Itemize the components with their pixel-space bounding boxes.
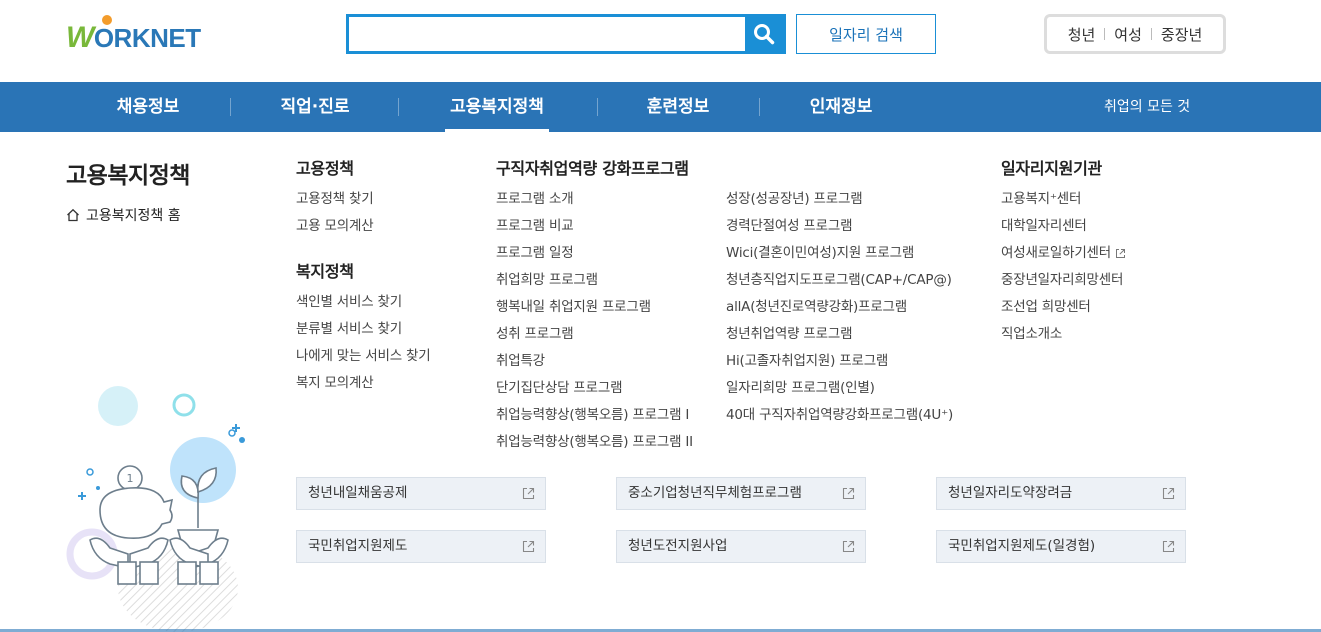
external-link-icon bbox=[522, 487, 535, 500]
nav-item-career[interactable]: 직업·진로 bbox=[272, 82, 358, 132]
menu-col-welfare: 복지정책 색인별 서비스 찾기 분류별 서비스 찾기 나에게 맞는 서비스 찾기… bbox=[296, 259, 431, 397]
quick-link-label: 청년내일채움공제 bbox=[308, 485, 408, 501]
menu-link[interactable]: 단기집단상담 프로그램 bbox=[496, 375, 693, 402]
target-women[interactable]: 여성 bbox=[1114, 24, 1142, 45]
quick-link-box[interactable]: 국민취업지원제도(일경험) bbox=[936, 530, 1186, 563]
quick-link-box[interactable]: 청년도전지원사업 bbox=[616, 530, 866, 563]
nav-divider bbox=[759, 98, 760, 116]
menu-heading-welfare: 복지정책 bbox=[296, 262, 354, 281]
menu-link[interactable]: 복지 모의계산 bbox=[296, 370, 430, 397]
search-button[interactable] bbox=[745, 17, 783, 51]
external-link-icon bbox=[842, 487, 855, 500]
quick-link-label: 청년도전지원사업 bbox=[628, 538, 728, 554]
logo-dot bbox=[102, 15, 112, 25]
nav-divider bbox=[597, 98, 598, 116]
quick-link-box[interactable]: 국민취업지원제도 bbox=[296, 530, 546, 563]
nav-item-jobs[interactable]: 채용정보 bbox=[108, 82, 188, 132]
menu-link[interactable]: 고용 모의계산 bbox=[296, 213, 374, 240]
menu-link-label: 여성새로일하기센터 bbox=[1001, 245, 1111, 261]
menu-link[interactable]: Wici(결혼이민여성)지원 프로그램 bbox=[726, 240, 953, 267]
nav-divider bbox=[398, 98, 399, 116]
quick-link-box[interactable]: 청년일자리도약장려금 bbox=[936, 477, 1186, 510]
menu-link[interactable]: 프로그램 비교 bbox=[496, 213, 693, 240]
quick-link-label: 국민취업지원제도(일경험) bbox=[948, 538, 1096, 554]
nav-all-about-jobs[interactable]: 취업의 모든 것 bbox=[1104, 82, 1190, 132]
divider bbox=[1150, 28, 1152, 40]
menu-heading-program: 구직자취업역량 강화프로그램 bbox=[496, 159, 689, 178]
piggy-bank-illustration: 1 bbox=[66, 386, 245, 632]
quick-link-label: 중소기업청년직무체험프로그램 bbox=[628, 485, 802, 501]
target-youth[interactable]: 청년 bbox=[1068, 24, 1096, 45]
job-search-button[interactable]: 일자리 검색 bbox=[796, 14, 936, 54]
menu-link[interactable]: 성취 프로그램 bbox=[496, 321, 693, 348]
search-icon bbox=[754, 24, 775, 45]
menu-link[interactable]: 직업소개소 bbox=[1001, 321, 1126, 348]
menu-col-program-right: 성장(성공장년) 프로그램 경력단절여성 프로그램 Wici(결혼이민여성)지원… bbox=[726, 186, 953, 429]
menu-link-external[interactable]: 여성새로일하기센터 bbox=[1001, 240, 1126, 267]
menu-link[interactable]: 행복내일 취업지원 프로그램 bbox=[496, 294, 693, 321]
header: W ORKNET 일자리 검색 청년 여성 중장년 bbox=[0, 0, 1321, 82]
quick-link-label: 청년일자리도약장려금 bbox=[948, 485, 1073, 501]
section-home-link[interactable]: 고용복지정책 홈 bbox=[66, 205, 181, 225]
divider bbox=[1104, 28, 1106, 40]
menu-link[interactable]: 일자리희망 프로그램(인별) bbox=[726, 375, 953, 402]
logo-text: ORKNET bbox=[93, 22, 201, 53]
menu-link[interactable]: 성장(성공장년) 프로그램 bbox=[726, 186, 953, 213]
menu-link[interactable]: 고용복지⁺센터 bbox=[1001, 186, 1126, 213]
quick-link-box[interactable]: 중소기업청년직무체험프로그램 bbox=[616, 477, 866, 510]
menu-link[interactable]: 조선업 희망센터 bbox=[1001, 294, 1126, 321]
menu-link[interactable]: 대학일자리센터 bbox=[1001, 213, 1126, 240]
main-nav: 채용정보 직업·진로 고용복지정책 훈련정보 인재정보 취업의 모든 것 bbox=[0, 82, 1321, 132]
logo-w: W bbox=[66, 21, 94, 54]
menu-link[interactable]: 취업특강 bbox=[496, 348, 693, 375]
menu-heading-agency: 일자리지원기관 bbox=[1001, 159, 1102, 178]
section-home-label: 고용복지정책 홈 bbox=[86, 208, 181, 224]
section-title: 고용복지정책 bbox=[66, 163, 190, 189]
target-group-selector: 청년 여성 중장년 bbox=[1044, 14, 1226, 54]
home-icon bbox=[67, 208, 79, 222]
quick-link-label: 국민취업지원제도 bbox=[308, 538, 408, 554]
menu-link[interactable]: 취업능력향상(행복오름) 프로그램 II bbox=[496, 429, 693, 456]
target-middle-aged[interactable]: 중장년 bbox=[1161, 24, 1202, 45]
menu-link[interactable]: 프로그램 소개 bbox=[496, 186, 693, 213]
menu-link[interactable]: 40대 구직자취업역량강화프로그램(4U⁺) bbox=[726, 402, 953, 429]
external-link-icon bbox=[1162, 540, 1175, 553]
nav-item-talent[interactable]: 인재정보 bbox=[805, 82, 877, 132]
quick-link-box[interactable]: 청년내일채움공제 bbox=[296, 477, 546, 510]
svg-text:1: 1 bbox=[127, 472, 134, 485]
nav-divider bbox=[230, 98, 231, 116]
menu-link[interactable]: 청년취업역량 프로그램 bbox=[726, 321, 953, 348]
external-link-icon bbox=[1162, 487, 1175, 500]
external-link-icon bbox=[1115, 248, 1125, 258]
menu-link[interactable]: 분류별 서비스 찾기 bbox=[296, 316, 430, 343]
search-box bbox=[346, 14, 786, 54]
nav-item-employment-welfare[interactable]: 고용복지정책 bbox=[445, 82, 549, 132]
menu-link[interactable]: 취업능력향상(행복오름) 프로그램 I bbox=[496, 402, 693, 429]
external-link-icon bbox=[522, 540, 535, 553]
menu-link[interactable]: Hi(고졸자취업지원) 프로그램 bbox=[726, 348, 953, 375]
menu-link[interactable]: allA(청년진로역량강화)프로그램 bbox=[726, 294, 953, 321]
menu-link[interactable]: 나에게 맞는 서비스 찾기 bbox=[296, 343, 431, 370]
menu-link[interactable]: 경력단절여성 프로그램 bbox=[726, 213, 953, 240]
menu-link[interactable]: 청년층직업지도프로그램(CAP+/CAP@) bbox=[726, 267, 953, 294]
menu-link[interactable]: 프로그램 일정 bbox=[496, 240, 693, 267]
menu-link[interactable]: 고용정책 찾기 bbox=[296, 186, 374, 213]
menu-col-program-left: 구직자취업역량 강화프로그램 프로그램 소개 프로그램 비교 프로그램 일정 취… bbox=[496, 156, 693, 456]
menu-link[interactable]: 취업희망 프로그램 bbox=[496, 267, 693, 294]
search-input[interactable] bbox=[349, 17, 745, 51]
menu-col-policy: 고용정책 고용정책 찾기 고용 모의계산 bbox=[296, 156, 374, 240]
menu-link[interactable]: 색인별 서비스 찾기 bbox=[296, 289, 430, 316]
menu-col-agency: 일자리지원기관 고용복지⁺센터 대학일자리센터 여성새로일하기센터 중장년일자리… bbox=[1001, 156, 1126, 348]
external-link-icon bbox=[842, 540, 855, 553]
menu-heading-employment: 고용정책 bbox=[296, 159, 354, 178]
worknet-logo[interactable]: W ORKNET bbox=[66, 15, 201, 58]
menu-link[interactable]: 중장년일자리희망센터 bbox=[1001, 267, 1126, 294]
nav-item-training[interactable]: 훈련정보 bbox=[642, 82, 714, 132]
